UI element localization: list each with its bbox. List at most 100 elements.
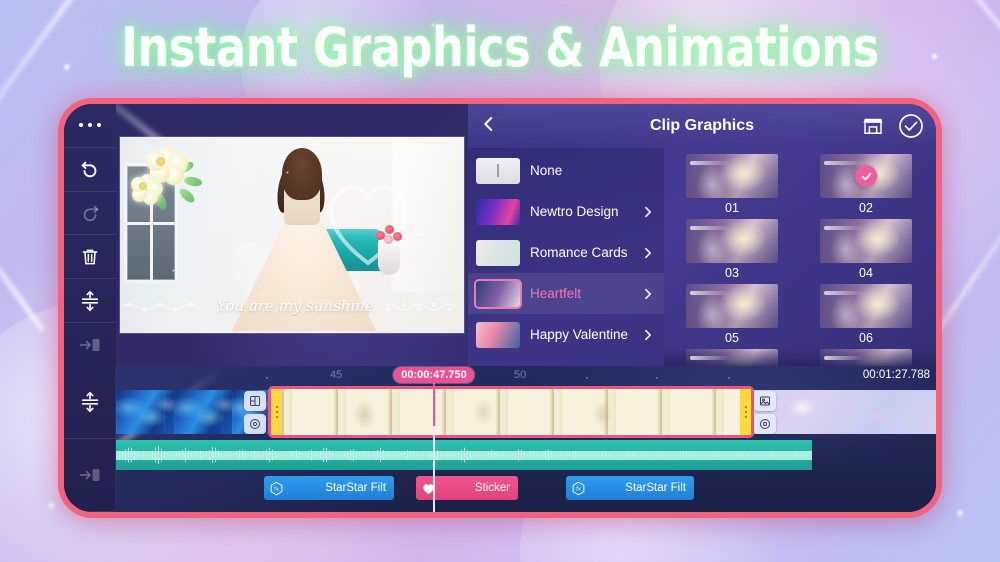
clip-image-button[interactable]	[754, 391, 776, 411]
video-preview[interactable]: You are my sunshine	[120, 137, 464, 333]
graphic-thumbnail	[686, 219, 778, 263]
chevron-right-icon	[641, 204, 654, 220]
graphic-label: 02	[859, 201, 873, 215]
playhead[interactable]	[433, 382, 435, 512]
category-label: Heartfelt	[530, 286, 631, 301]
flourish-right-icon	[379, 300, 464, 314]
more-dots-icon	[79, 123, 101, 127]
graphic-label: 05	[725, 331, 739, 345]
light-ray	[960, 0, 1000, 180]
sparkle	[955, 508, 965, 518]
left-toolbar	[64, 104, 116, 366]
graphic-label: 04	[859, 266, 873, 280]
redo-icon	[79, 202, 101, 224]
graphic-item-next-row[interactable]	[670, 349, 794, 366]
layer-track[interactable]: fx StarStar Filt Sticker	[116, 476, 936, 502]
ruler-dot	[728, 377, 730, 379]
graphics-grid: 01 02	[664, 148, 936, 366]
graphic-item-04[interactable]: 04	[804, 219, 928, 282]
graphic-item-01[interactable]: 01	[670, 154, 794, 217]
graphic-thumbnail	[820, 284, 912, 328]
graphic-thumbnail	[686, 284, 778, 328]
expand-vertical-icon	[79, 390, 101, 414]
layer-clip-label: StarStar Filt	[592, 482, 686, 494]
graphic-item-05[interactable]: 05	[670, 284, 794, 347]
jump-to-end-button[interactable]	[64, 323, 116, 366]
check-circle-icon[interactable]	[898, 113, 924, 139]
clip-pan-zoom-button[interactable]	[244, 414, 266, 434]
flourish-left-icon	[120, 300, 212, 314]
fx-icon: fx	[268, 480, 284, 496]
category-thumbnail	[476, 158, 520, 184]
svg-text:fx: fx	[274, 486, 279, 492]
clip-left-buttons	[244, 389, 268, 435]
fx-icon: fx	[570, 480, 586, 496]
graphic-item-02[interactable]: 02	[804, 154, 928, 217]
panel-header: Clip Graphics	[468, 104, 936, 148]
ruler-mark: 50	[514, 369, 526, 381]
graphic-label: 01	[725, 201, 739, 215]
category-label: Romance Cards	[530, 245, 631, 260]
redo-button[interactable]	[64, 192, 116, 236]
category-item-newtro-design[interactable]: Newtro Design	[468, 191, 664, 232]
clip-filmstrip	[282, 389, 740, 435]
panel-body: None Newtro Design Romance Cards	[468, 148, 936, 366]
ruler-dot	[656, 377, 658, 379]
store-icon[interactable]	[862, 116, 884, 136]
ruler-mark: 45	[330, 369, 342, 381]
graphic-item-06[interactable]: 06	[804, 284, 928, 347]
clip-trim-handle-left[interactable]	[271, 389, 282, 435]
chevron-left-icon	[480, 115, 498, 138]
category-item-romance-cards[interactable]: Romance Cards	[468, 232, 664, 273]
preview-caption-row: You are my sunshine	[120, 297, 464, 315]
category-label: None	[530, 163, 654, 178]
graphic-item-03[interactable]: 03	[670, 219, 794, 282]
panel-header-actions	[862, 113, 924, 139]
expand-button[interactable]	[64, 279, 116, 323]
layer-clip-label: Sticker	[442, 482, 510, 494]
category-thumbnail	[476, 322, 520, 348]
timeline: 45 50 00:01:27.788 00:00:47.750	[64, 366, 936, 512]
chevron-right-icon	[641, 286, 654, 302]
category-item-none[interactable]: None	[468, 150, 664, 191]
chevron-right-icon	[641, 327, 654, 343]
svg-text:fx: fx	[576, 486, 581, 492]
graphic-thumbnail	[686, 154, 778, 198]
category-item-happy-valentine[interactable]: Happy Valentine	[468, 314, 664, 355]
video-clip[interactable]	[116, 390, 174, 434]
sparkle	[46, 500, 57, 511]
timeline-expand-button[interactable]	[64, 366, 115, 439]
clip-pan-zoom-button[interactable]	[754, 414, 776, 434]
category-item-heartfelt[interactable]: Heartfelt	[468, 273, 664, 314]
category-thumbnail	[476, 281, 520, 307]
ruler-dot	[266, 377, 268, 379]
category-list: None Newtro Design Romance Cards	[468, 148, 664, 366]
light-ray	[0, 86, 45, 332]
graphic-thumbnail	[820, 349, 912, 366]
jump-to-end-icon	[78, 466, 102, 484]
video-clip[interactable]	[174, 390, 232, 434]
clip-trim-handle-right[interactable]	[740, 389, 751, 435]
graphic-item-next-row[interactable]	[804, 349, 928, 366]
category-thumbnail	[476, 199, 520, 225]
layer-clip-fx[interactable]: fx StarStar Filt	[264, 476, 394, 500]
layer-clip-label: StarStar Filt	[290, 482, 386, 494]
category-label: Happy Valentine	[530, 327, 631, 342]
timeline-tracks[interactable]: 45 50 00:01:27.788 00:00:47.750	[116, 366, 936, 512]
audio-track[interactable]	[116, 440, 812, 470]
page-title: Instant Graphics & Animations	[40, 16, 960, 79]
clip-layout-button[interactable]	[244, 391, 266, 411]
preview-caption-text: You are my sunshine	[217, 297, 374, 315]
more-options-button[interactable]	[64, 104, 116, 148]
undo-icon	[79, 158, 101, 180]
delete-button[interactable]	[64, 235, 116, 279]
clip-right-buttons	[754, 389, 778, 435]
undo-button[interactable]	[64, 148, 116, 192]
trash-icon	[80, 246, 100, 268]
selected-video-clip[interactable]	[268, 386, 754, 438]
timeline-ruler[interactable]: 45 50 00:01:27.788 00:00:47.750	[116, 366, 936, 388]
layer-clip-fx[interactable]: fx StarStar Filt	[566, 476, 694, 500]
timeline-jump-to-end-button[interactable]	[64, 439, 115, 512]
layer-clip-sticker[interactable]: Sticker	[416, 476, 518, 500]
back-button[interactable]	[480, 115, 506, 138]
